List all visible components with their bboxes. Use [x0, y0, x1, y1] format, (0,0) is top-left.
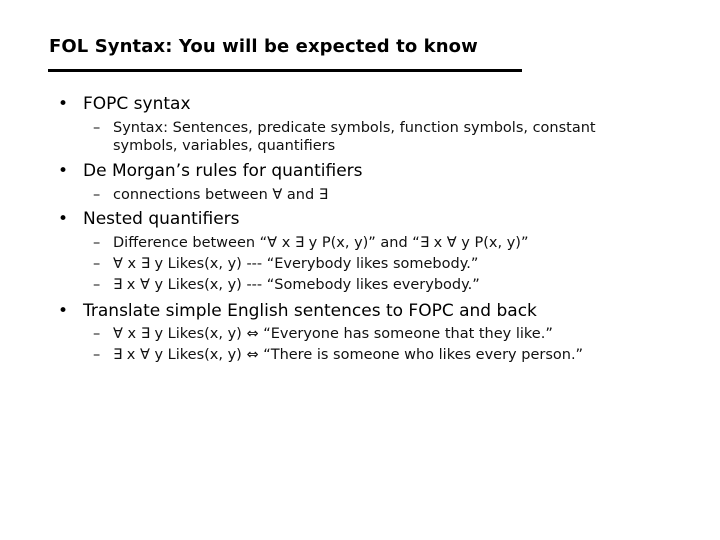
sub-item-text: ∃ x ∀ y Likes(x, y) --- “Somebody likes … — [113, 277, 480, 293]
sub-item: – ∃ x ∀ y Likes(x, y) ⇔ “There is someone… — [93, 347, 583, 363]
sub-item: – Difference between “∀ x ∃ y P(x, y)” an… — [93, 235, 528, 251]
dash-icon: – — [93, 187, 101, 203]
dash-icon: – — [93, 326, 101, 342]
dash-icon: – — [93, 256, 101, 272]
sub-item-continuation: symbols, variables, quantifiers — [113, 138, 336, 154]
sub-item: – ∃ x ∀ y Likes(x, y) --- “Somebody likes… — [93, 277, 480, 293]
bullet-icon: • — [58, 94, 69, 114]
bullet-item: • De Morgan’s rules for quantifiers — [58, 161, 363, 181]
sub-item-text: ∀ x ∃ y Likes(x, y) --- “Everybody likes… — [113, 256, 479, 272]
bullet-icon: • — [58, 301, 69, 321]
bullet-icon: • — [58, 209, 69, 229]
bullet-icon: • — [58, 161, 69, 181]
bullet-item: • Translate simple English sentences to F… — [58, 301, 537, 321]
sub-item: – Syntax: Sentences, predicate symbols, f… — [93, 120, 596, 136]
dash-icon: – — [93, 277, 101, 293]
bullet-text: FOPC syntax — [83, 94, 191, 114]
sub-item-text: ∀ x ∃ y Likes(x, y) ⇔ “Everyone has some… — [113, 326, 553, 342]
bullet-text: Translate simple English sentences to FO… — [83, 301, 537, 321]
sub-item-text: Syntax: Sentences, predicate symbols, fu… — [113, 120, 596, 136]
dash-icon: – — [93, 235, 101, 251]
sub-item-text: connections between ∀ and ∃ — [113, 187, 328, 203]
bullet-text: De Morgan’s rules for quantifiers — [83, 161, 363, 181]
bullet-item: • FOPC syntax — [58, 94, 191, 114]
slide-title: FOL Syntax: You will be expected to know — [49, 36, 478, 57]
sub-item: – ∀ x ∃ y Likes(x, y) --- “Everybody like… — [93, 256, 478, 272]
sub-item: – ∀ x ∃ y Likes(x, y) ⇔ “Everyone has som… — [93, 326, 553, 342]
sub-item: – connections between ∀ and ∃ — [93, 187, 328, 203]
dash-icon: – — [93, 120, 101, 136]
sub-item-text: ∃ x ∀ y Likes(x, y) ⇔ “There is someone … — [113, 347, 584, 363]
bullet-text: Nested quantifiers — [83, 209, 240, 229]
bullet-item: • Nested quantifiers — [58, 209, 240, 229]
title-underline — [48, 69, 522, 72]
sub-item-text: Difference between “∀ x ∃ y P(x, y)” and… — [113, 235, 529, 251]
dash-icon: – — [93, 347, 101, 363]
